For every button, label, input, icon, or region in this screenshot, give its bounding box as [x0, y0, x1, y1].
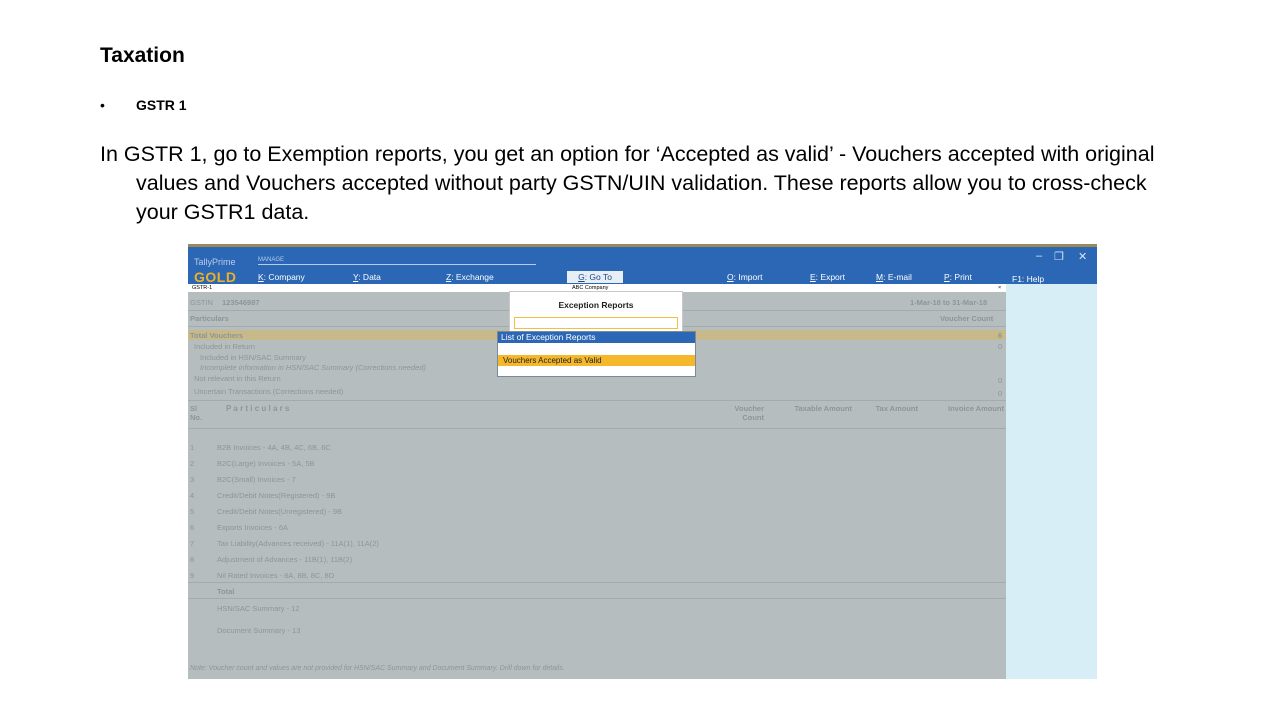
row-number: 6	[190, 523, 195, 532]
menu-exchange[interactable]: Z: Exchange	[446, 272, 494, 282]
gstin-value: 123546987	[222, 298, 260, 307]
row-number: 8	[190, 555, 195, 564]
uncertain-value: 0	[998, 389, 1003, 398]
top-menu-bar: TallyPrime GOLD MANAGE K: Company Y: Dat…	[188, 244, 1097, 285]
exception-reports-dialog: Exception Reports	[509, 291, 683, 335]
restore-icon[interactable]: ❐	[1054, 250, 1064, 263]
report-note: Note: Voucher count and values are not p…	[190, 665, 565, 672]
table-row[interactable]: 4 Credit/Debit Notes(Registered) - 9B	[190, 491, 335, 500]
close-window-icon[interactable]: ✕	[1078, 250, 1087, 263]
report-period: 1-Mar-18 to 31-Mar-18	[910, 298, 988, 307]
total-row-label: Total	[217, 587, 235, 596]
button-panel	[1006, 284, 1097, 679]
option-vouchers-accepted-as-valid[interactable]: Vouchers Accepted as Valid	[498, 355, 695, 366]
row-number: 2	[190, 459, 195, 468]
report-name: GSTR-1	[192, 285, 213, 291]
included-return-label: Included in Return	[194, 342, 255, 351]
bullet-label: GSTR 1	[136, 97, 187, 113]
row-label: Nil Rated Invoices - 8A, 8B, 8C, 8D	[217, 571, 335, 580]
incomplete-hsn-label: Incomplete information in HSN/SAC Summar…	[200, 363, 426, 372]
row-label: B2B Invoices - 4A, 4B, 4C, 6B, 6C	[217, 443, 331, 452]
dialog-title: Exception Reports	[558, 300, 634, 310]
bullet-glyph: •	[100, 97, 105, 113]
document-summary-row[interactable]: Document Summary - 13	[217, 626, 300, 635]
particulars-header: Particulars	[190, 314, 229, 323]
manage-label: MANAGE	[258, 257, 536, 265]
row-label: B2C(Small) Invoices - 7	[217, 475, 296, 484]
menu-company-label: : Company	[263, 272, 305, 282]
goto-label: : Go To	[584, 272, 612, 282]
not-relevant-label: Not relevant in this Return	[194, 374, 281, 383]
invoice-amount-column-header: Invoice Amount	[948, 404, 1004, 413]
goto-key: G	[578, 272, 585, 282]
tax-amount-column-header: Tax Amount	[875, 404, 919, 413]
voucher-count-header: Voucher Count	[940, 314, 994, 323]
table-row[interactable]: 9 Nil Rated Invoices - 8A, 8B, 8C, 8D	[190, 571, 334, 580]
sl-no-header: Sl No.	[190, 404, 203, 422]
menu-export[interactable]: E: Export	[810, 272, 845, 282]
row-number: 1	[190, 443, 195, 452]
table-row[interactable]: 5 Credit/Debit Notes(Unregistered) - 9B	[190, 507, 342, 516]
row-label: Tax Liability(Advances received) - 11A(1…	[217, 539, 379, 548]
help-button[interactable]: F1: Help	[1012, 274, 1044, 284]
table-row[interactable]: 3 B2C(Small) Invoices - 7	[190, 475, 296, 484]
exception-search-input[interactable]	[514, 317, 678, 329]
table-row[interactable]: 2 B2C(Large) Invoices - 5A, 5B	[190, 459, 315, 468]
table-row[interactable]: 8 Adjustment of Advances - 11B(1), 11B(2)	[190, 555, 352, 564]
menu-import-key: O	[727, 272, 734, 282]
close-report-icon[interactable]: ×	[998, 284, 1001, 292]
row-number: 5	[190, 507, 195, 516]
menu-email[interactable]: M: E-mail	[876, 272, 912, 282]
particulars-column-header: P a r t i c u l a r s	[226, 404, 290, 413]
minimize-icon[interactable]: –	[1036, 250, 1042, 262]
row-number: 3	[190, 475, 195, 484]
row-number: 9	[190, 571, 195, 580]
goto-button[interactable]: G: Go To	[567, 271, 623, 283]
included-hsn-label: Included in HSN/SAC Summary	[200, 353, 306, 362]
row-label: Credit/Debit Notes(Registered) - 9B	[217, 491, 336, 500]
gstin-label: GSTIN	[190, 298, 213, 307]
row-label: B2C(Large) Invoices - 5A, 5B	[217, 459, 315, 468]
menu-import[interactable]: O: Import	[727, 272, 762, 282]
total-vouchers-value: 6	[998, 331, 1003, 340]
divider	[188, 582, 1006, 583]
table-row[interactable]: 7 Tax Liability(Advances received) - 11A(…	[190, 539, 379, 548]
row-label: Credit/Debit Notes(Unregistered) - 9B	[217, 507, 343, 516]
menu-export-label: : Export	[815, 272, 845, 282]
not-relevant-value: 0	[998, 376, 1003, 385]
row-number: 4	[190, 491, 195, 500]
hsn-summary-row[interactable]: HSN/SAC Summary - 12	[217, 604, 300, 613]
list-title: List of Exception Reports	[498, 332, 695, 343]
included-return-value: 0	[998, 342, 1003, 351]
divider	[188, 400, 1006, 401]
brand-name: TallyPrime	[194, 257, 236, 267]
body-paragraph: In GSTR 1, go to Exemption reports, you …	[100, 142, 1155, 224]
bullet-item: • GSTR 1	[100, 97, 187, 113]
divider	[188, 428, 1006, 429]
total-vouchers-label: Total Vouchers	[190, 331, 244, 340]
table-row[interactable]: 6 Exports Invoices - 6A	[190, 523, 288, 532]
exception-reports-list: List of Exception Reports Vouchers Accep…	[497, 331, 696, 377]
menu-company[interactable]: K: Company	[258, 272, 305, 282]
menu-import-label: : Import	[733, 272, 763, 282]
uncertain-label: Uncertain Transactions (Corrections need…	[194, 387, 344, 396]
taxable-amount-column-header: Taxable Amount	[794, 404, 852, 413]
brand-edition: GOLD	[194, 269, 237, 285]
menu-print[interactable]: P: Print	[944, 272, 972, 282]
slide-title: Taxation	[100, 44, 185, 67]
row-label: Adjustment of Advances - 11B(1), 11B(2)	[217, 555, 353, 564]
menu-print-label: : Print	[949, 272, 972, 282]
menu-data[interactable]: Y: Data	[353, 272, 381, 282]
divider	[188, 598, 1006, 599]
menu-email-label: : E-mail	[883, 272, 912, 282]
menu-data-label: : Data	[358, 272, 381, 282]
row-label: Exports Invoices - 6A	[217, 523, 288, 532]
voucher-count-column-header: Voucher Count	[734, 404, 764, 422]
tally-screenshot: TallyPrime GOLD MANAGE K: Company Y: Dat…	[188, 244, 1097, 679]
row-number: 7	[190, 539, 195, 548]
table-row[interactable]: 1 B2B Invoices - 4A, 4B, 4C, 6B, 6C	[190, 443, 331, 452]
menu-exchange-label: : Exchange	[451, 272, 494, 282]
